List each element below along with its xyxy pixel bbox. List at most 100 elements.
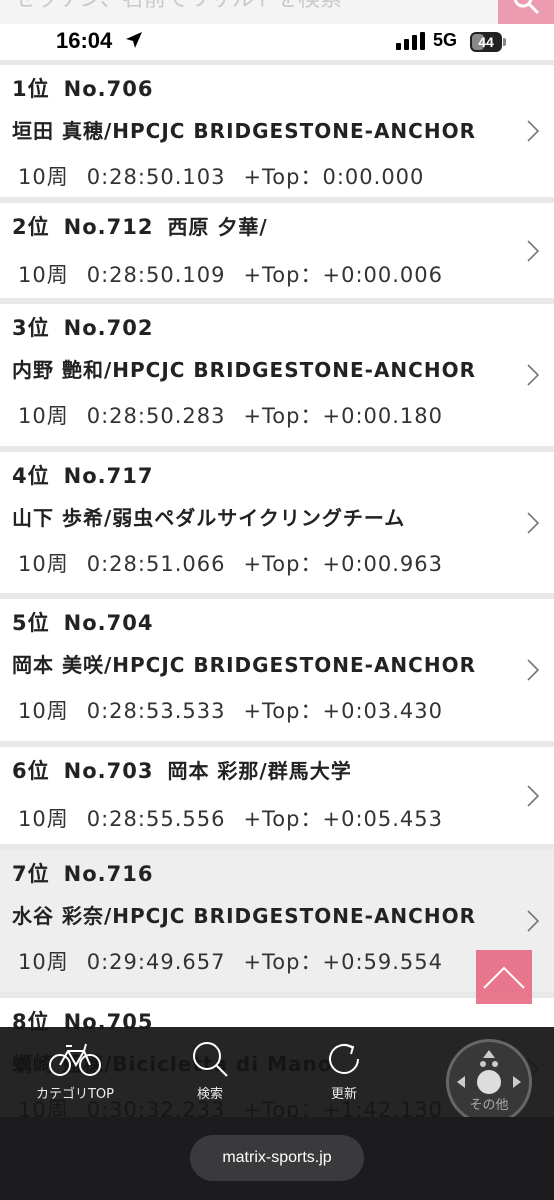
- bib-number: No.716: [63, 862, 154, 886]
- time-line: 10周 0:28:51.066 +Top：+0:00.963: [18, 548, 443, 578]
- rank-line: 4位 No.717: [12, 460, 153, 490]
- lap-count: 10周: [18, 404, 69, 428]
- result-row[interactable]: 垣田 真穂/HPCJC BRIDGESTONE-ANCHOR 1位 No.706 10…: [0, 65, 554, 197]
- rider-name: 山下 歩希/弱虫ペダルサイクリングチーム: [12, 506, 406, 530]
- rank: 7位: [12, 862, 50, 886]
- scroll-to-top-button[interactable]: [476, 950, 532, 1004]
- lap-count: 10周: [18, 263, 69, 287]
- status-time: 16:04: [56, 28, 113, 53]
- battery-icon: 44: [470, 32, 506, 52]
- search-input[interactable]: ゼッケン、名前でリザルトを検索: [0, 0, 500, 24]
- chevron-right-icon: [527, 239, 540, 262]
- finish-time: 0:28:55.556: [86, 807, 226, 831]
- location-arrow-icon: [126, 32, 142, 48]
- bib-number: No.702: [63, 316, 154, 340]
- finish-time: 0:28:51.066: [86, 552, 226, 576]
- refresh-icon: [329, 1044, 359, 1074]
- bib-number: No.706: [63, 77, 154, 101]
- chevron-right-icon: [527, 120, 540, 142]
- status-bar: 16:04 5G 44: [0, 24, 554, 60]
- rank-line: 7位 No.716: [12, 858, 153, 888]
- name-line: 垣田 真穂/HPCJC BRIDGESTONE-ANCHOR: [12, 115, 476, 144]
- finish-time: 0:28:50.109: [86, 263, 226, 287]
- rider-name: 岡本 彩那/群馬大学: [167, 759, 352, 783]
- tab-refresh[interactable]: 更新: [304, 1027, 384, 1117]
- chevron-right-icon: [527, 364, 540, 386]
- rank: 3位: [12, 316, 50, 340]
- result-row[interactable]: 内野 艶和/HPCJC BRIDGESTONE-ANCHOR 3位 No.702 10…: [0, 304, 554, 446]
- time-line: 10周 0:28:50.283 +Top：+0:00.180: [18, 400, 443, 430]
- bottom-tab-bar: カテゴリTOP 検索 更新 その他: [0, 1027, 554, 1125]
- lap-count: 10周: [18, 950, 69, 974]
- finish-time: 0:28:50.103: [86, 165, 226, 189]
- tab-category-top-label: カテゴリTOP: [35, 1087, 114, 1102]
- lap-count: 10周: [18, 807, 69, 831]
- gap-to-top: +Top：+0:59.554: [243, 950, 443, 974]
- gap-to-top: +Top：+0:00.963: [243, 552, 443, 576]
- time-line: 10周 0:28:50.109 +Top：+0:00.006: [18, 259, 443, 289]
- name-line: 山下 歩希/弱虫ペダルサイクリングチーム: [12, 502, 405, 531]
- battery-percent: 44: [478, 34, 494, 50]
- rank-line: 5位 No.704: [12, 607, 153, 637]
- chevron-right-icon: [527, 784, 540, 807]
- lap-count: 10周: [18, 699, 69, 723]
- finish-time: 0:29:49.657: [86, 950, 226, 974]
- rank-line: 2位 No.712 西原 夕華/: [12, 211, 268, 241]
- tab-search-label: 検索: [196, 1087, 223, 1102]
- gap-to-top: +Top：+0:00.006: [243, 263, 443, 287]
- lap-count: 10周: [18, 552, 69, 576]
- result-row[interactable]: 山下 歩希/弱虫ペダルサイクリングチーム 4位 No.717 10周 0:28:51.0…: [0, 452, 554, 593]
- finish-time: 0:28:53.533: [86, 699, 226, 723]
- tab-search[interactable]: 検索: [170, 1027, 250, 1117]
- url-field[interactable]: matrix-sports.jp: [190, 1135, 364, 1181]
- finish-time: 0:28:50.283: [86, 404, 226, 428]
- bib-number: No.703: [63, 759, 154, 783]
- search-icon: [193, 1042, 228, 1077]
- name-line: 岡本 美咲/HPCJC BRIDGESTONE-ANCHOR: [12, 649, 476, 678]
- search-bar: ゼッケン、名前でリザルトを検索: [0, 0, 554, 24]
- rider-name: 西原 夕華/: [167, 215, 268, 239]
- result-row[interactable]: 水谷 彩奈/HPCJC BRIDGESTONE-ANCHOR 7位 No.716 10…: [0, 850, 554, 992]
- browser-bar: matrix-sports.jp: [0, 1117, 554, 1200]
- result-row[interactable]: 2位 No.712 西原 夕華/10周 0:28:50.109 +Top：+0:00.0…: [0, 203, 554, 298]
- time-line: 10周 0:28:50.103 +Top：0:00.000: [18, 161, 424, 191]
- tab-category-top[interactable]: カテゴリTOP: [20, 1027, 130, 1117]
- more-menu-button[interactable]: その他: [446, 1039, 532, 1125]
- rider-name: 内野 艶和/HPCJC BRIDGESTONE-ANCHOR: [12, 358, 476, 382]
- result-row[interactable]: 岡本 美咲/HPCJC BRIDGESTONE-ANCHOR 5位 No.704 10…: [0, 599, 554, 741]
- rank: 1位: [12, 77, 50, 101]
- search-icon: [513, 0, 540, 15]
- chevron-up-icon: [483, 966, 525, 989]
- name-line: 内野 艶和/HPCJC BRIDGESTONE-ANCHOR: [12, 354, 476, 383]
- bib-number: No.704: [63, 611, 154, 635]
- gap-to-top: +Top：0:00.000: [243, 165, 425, 189]
- rank: 5位: [12, 611, 50, 635]
- rider-name: 垣田 真穂/HPCJC BRIDGESTONE-ANCHOR: [12, 119, 476, 143]
- bib-number: No.717: [63, 464, 154, 488]
- more-menu-label: その他: [469, 1098, 509, 1113]
- network-type: 5G: [433, 30, 458, 50]
- lap-count: 10周: [18, 165, 69, 189]
- rider-name: 岡本 美咲/HPCJC BRIDGESTONE-ANCHOR: [12, 653, 476, 677]
- rider-name: 水谷 彩奈/HPCJC BRIDGESTONE-ANCHOR: [12, 904, 476, 928]
- result-row[interactable]: 6位 No.703 岡本 彩那/群馬大学 10周 0:28:55.556 +Top：+0:…: [0, 747, 554, 844]
- gap-to-top: +Top：+0:05.453: [243, 807, 443, 831]
- chevron-right-icon: [527, 511, 540, 534]
- bicycle-icon: [49, 1043, 101, 1076]
- rank-line: 3位 No.702: [12, 312, 153, 342]
- rank: 6位: [12, 759, 50, 783]
- signal-icon: [396, 32, 425, 50]
- rank: 4位: [12, 464, 50, 488]
- time-line: 10周 0:28:55.556 +Top：+0:05.453: [18, 803, 443, 833]
- rank-line: 1位 No.706: [12, 73, 153, 103]
- search-button[interactable]: [498, 0, 554, 24]
- chevron-right-icon: [527, 910, 540, 932]
- chevron-right-icon: [527, 659, 540, 681]
- rank: 2位: [12, 215, 50, 239]
- gap-to-top: +Top：+0:00.180: [243, 404, 443, 428]
- tab-refresh-label: 更新: [330, 1087, 357, 1102]
- rank-line: 6位 No.703 岡本 彩那/群馬大学: [12, 755, 352, 785]
- name-line: 水谷 彩奈/HPCJC BRIDGESTONE-ANCHOR: [12, 900, 476, 929]
- time-line: 10周 0:28:53.533 +Top：+0:03.430: [18, 695, 443, 725]
- gap-to-top: +Top：+0:03.430: [243, 699, 443, 723]
